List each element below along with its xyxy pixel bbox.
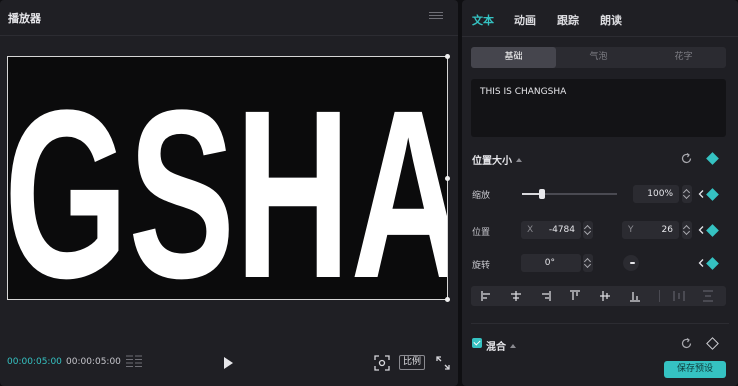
scale-label: 缩放 [472, 191, 491, 201]
subtab-bubble[interactable]: 气泡 [556, 47, 641, 68]
caret-up-icon [510, 344, 516, 348]
caret-up-icon [516, 158, 522, 162]
subtab-bar: 基础 气泡 花字 [471, 47, 726, 68]
fit-screen-icon[interactable] [374, 355, 390, 371]
blend-checkbox[interactable] [472, 338, 482, 348]
align-middle-icon[interactable] [597, 288, 613, 304]
section-title-position-size[interactable]: 位置大小 [472, 152, 522, 167]
position-label: 位置 [472, 228, 491, 238]
timeline-icon[interactable] [125, 355, 143, 368]
chevron-left-icon[interactable] [698, 190, 704, 198]
keyframe-diamond-icon[interactable] [706, 152, 719, 165]
section-title-blend[interactable]: 混合 [486, 338, 516, 353]
scale-value: 100% [647, 189, 673, 199]
scale-slider[interactable] [522, 189, 617, 199]
rotate-dial[interactable] [623, 255, 639, 271]
divider [471, 323, 729, 324]
tab-text[interactable]: 文本 [472, 12, 494, 28]
reset-icon[interactable] [680, 337, 693, 350]
position-x-field[interactable]: X -4784 [521, 221, 581, 239]
scale-stepper[interactable] [682, 185, 692, 203]
position-x-stepper[interactable] [583, 221, 593, 239]
rotate-value: 0° [544, 258, 555, 268]
inspector-panel: 文本 动画 跟踪 朗读 基础 气泡 花字 THIS IS CHANGSHA 位置… [462, 0, 738, 386]
divider [462, 36, 738, 37]
alignment-toolbar [471, 286, 726, 306]
rotate-label: 旋转 [472, 261, 491, 271]
align-left-icon[interactable] [479, 288, 495, 304]
x-value: -4784 [548, 225, 575, 235]
align-bottom-icon[interactable] [627, 288, 643, 304]
divider [0, 35, 458, 36]
keyframe-diamond-icon[interactable] [706, 257, 719, 270]
y-axis-label: Y [628, 225, 634, 235]
tab-read-aloud[interactable]: 朗读 [600, 12, 622, 28]
subtab-fancy-text[interactable]: 花字 [641, 47, 726, 68]
distribute-vertical-icon[interactable] [700, 288, 716, 304]
preview-canvas[interactable]: GSHA [7, 56, 448, 300]
keyframe-diamond-icon[interactable] [706, 188, 719, 201]
resize-handle-bottom-right[interactable] [445, 297, 450, 302]
text-content-input[interactable]: THIS IS CHANGSHA [471, 79, 726, 137]
rotate-stepper[interactable] [583, 254, 593, 272]
divider [659, 290, 660, 302]
tab-tracking[interactable]: 跟踪 [557, 12, 579, 28]
position-y-stepper[interactable] [682, 221, 692, 239]
canvas-text: GSHA [7, 71, 448, 291]
section-title-label: 位置大小 [472, 156, 512, 167]
reset-icon[interactable] [680, 152, 693, 165]
chevron-left-icon[interactable] [698, 226, 704, 234]
align-right-icon[interactable] [537, 288, 553, 304]
total-time: 00:00:05:00 [66, 357, 121, 367]
svg-text:GSHA: GSHA [7, 71, 448, 291]
keyframe-diamond-icon[interactable] [706, 337, 719, 350]
player-title: 播放器 [8, 12, 41, 25]
player-panel: 播放器 GSHA 00:00:05:00 00:00:05:00 比例 [0, 0, 458, 386]
rotate-value-field[interactable]: 0° [521, 254, 581, 272]
position-y-field[interactable]: Y 26 [622, 221, 679, 239]
subtab-basic[interactable]: 基础 [471, 47, 556, 68]
tab-bar: 文本 动画 跟踪 朗读 [462, 0, 738, 36]
play-icon[interactable] [222, 356, 234, 370]
save-preset-button[interactable]: 保存预设 [664, 361, 726, 378]
align-center-icon[interactable] [508, 288, 524, 304]
menu-icon[interactable] [429, 10, 443, 22]
current-time: 00:00:05:00 [7, 357, 62, 367]
scale-value-field[interactable]: 100% [633, 185, 679, 203]
section-title-label: 混合 [486, 342, 506, 353]
aspect-ratio-button[interactable]: 比例 [399, 355, 426, 370]
distribute-horizontal-icon[interactable] [671, 288, 687, 304]
resize-handle-right[interactable] [445, 176, 450, 181]
resize-handle-top-right[interactable] [445, 54, 450, 59]
tab-animation[interactable]: 动画 [514, 12, 536, 28]
y-value: 26 [661, 225, 673, 235]
chevron-left-icon[interactable] [698, 259, 704, 267]
scale-slider-thumb[interactable] [539, 189, 545, 199]
keyframe-diamond-icon[interactable] [706, 224, 719, 237]
align-top-icon[interactable] [567, 288, 583, 304]
x-axis-label: X [527, 225, 534, 235]
fullscreen-icon[interactable] [436, 356, 450, 370]
